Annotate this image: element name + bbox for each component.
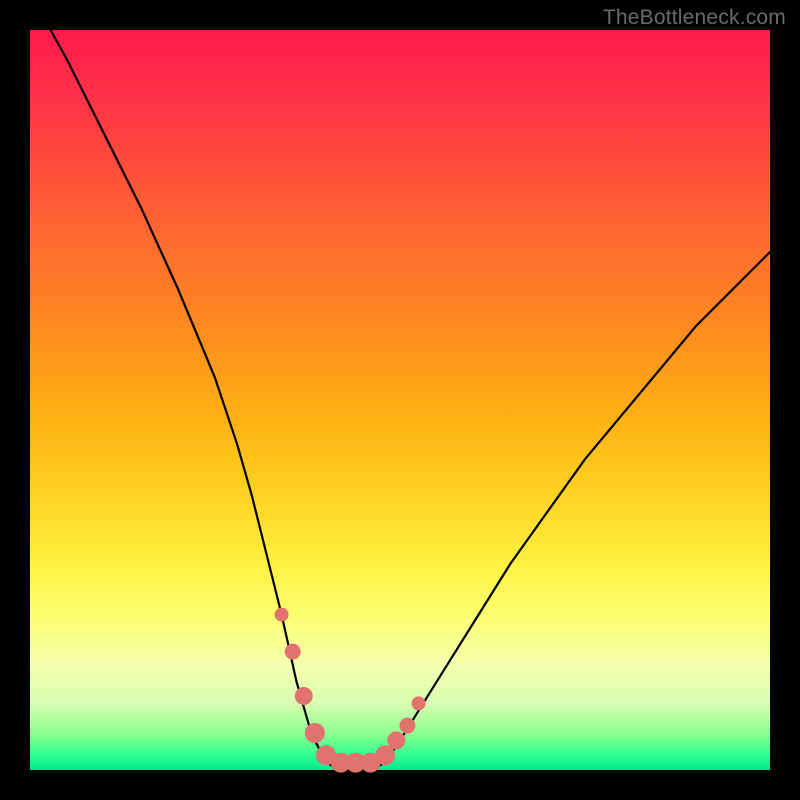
- marker-group: [275, 608, 426, 773]
- highlight-marker: [275, 608, 289, 622]
- watermark-text: TheBottleneck.com: [603, 6, 786, 30]
- curve-path: [30, 0, 770, 770]
- highlight-marker: [399, 718, 415, 734]
- bottleneck-curve: [30, 30, 770, 770]
- highlight-marker: [387, 731, 405, 749]
- highlight-marker: [295, 687, 313, 705]
- highlight-marker: [412, 696, 426, 710]
- highlight-marker: [285, 644, 301, 660]
- plot-area: [30, 30, 770, 770]
- chart-frame: TheBottleneck.com: [0, 0, 800, 800]
- highlight-marker: [305, 723, 325, 743]
